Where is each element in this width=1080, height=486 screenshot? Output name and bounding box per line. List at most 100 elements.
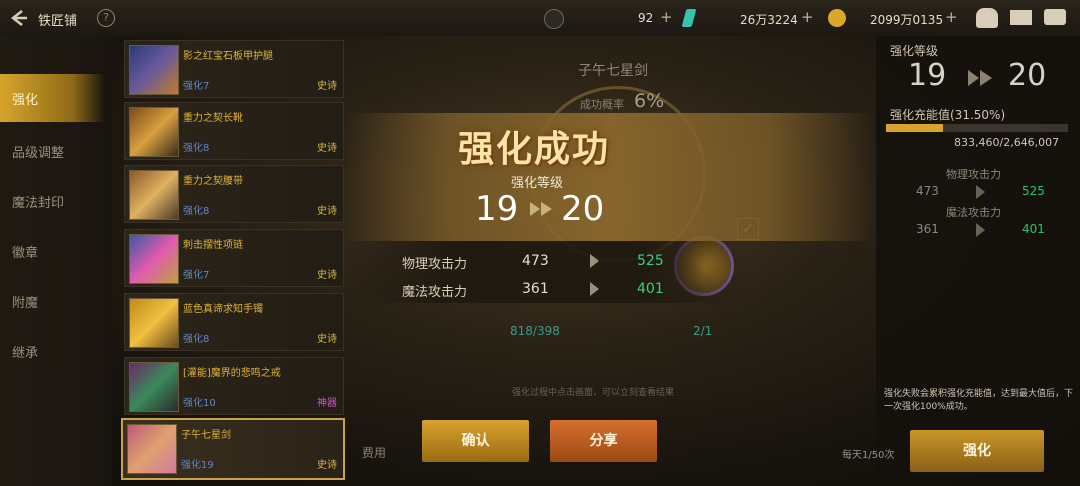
skip-hint: 强化过程中点击画面，可以立刻查看结果	[512, 388, 675, 398]
equipment-name: 重力之契长靴	[183, 113, 243, 124]
equipment-item[interactable]: 影之红宝石板甲护腿 强化7 史诗	[124, 40, 344, 98]
crystal-icon	[681, 9, 697, 27]
equipment-item-selected[interactable]: 子午七星剑 强化19 史诗	[121, 418, 345, 480]
right-stat-from: 473	[916, 184, 939, 198]
equipment-rarity: 史诗	[317, 81, 337, 92]
equipment-level: 强化8	[183, 143, 210, 154]
right-stat-arrow-icon	[976, 223, 985, 237]
equipment-thumbnail	[129, 298, 179, 348]
popup-stat-arrow-icon	[590, 282, 599, 296]
equipment-name: 影之红宝石板甲护腿	[183, 51, 273, 62]
stat-left-value: 818/398	[510, 324, 560, 338]
equipment-rarity: 史诗	[317, 270, 337, 281]
equipment-rarity: 史诗	[317, 143, 337, 154]
level-to: 20	[1008, 58, 1047, 93]
help-icon[interactable]: ?	[97, 9, 115, 27]
right-stat-arrow-icon	[976, 185, 985, 199]
add-resource-1-button[interactable]: +	[660, 8, 673, 26]
equipment-thumbnail	[129, 362, 179, 412]
equipment-level: 强化7	[183, 270, 210, 281]
right-stat-from: 361	[916, 222, 939, 236]
equipment-level: 强化10	[183, 398, 216, 409]
resource-2-value: 26万3224	[740, 13, 798, 27]
equipment-item[interactable]: 重力之契长靴 强化8 史诗	[124, 102, 344, 160]
equipment-rarity: 神器	[317, 398, 337, 409]
equipment-item[interactable]: 蓝色真谛求知手镯 强化8 史诗	[124, 293, 344, 351]
nav-item-seal[interactable]: 魔法封印	[12, 192, 64, 211]
popup-level-to: 20	[561, 189, 605, 229]
equipment-thumbnail	[129, 170, 179, 220]
popup-stat-to: 401	[637, 281, 664, 297]
equipment-name: [灌能]魔界的悲鸣之戒	[183, 368, 281, 379]
nav-item-grade[interactable]: 品级调整	[12, 142, 64, 161]
nav-item-emblem[interactable]: 徽章	[12, 242, 38, 261]
equipment-thumbnail	[129, 234, 179, 284]
equipment-thumbnail	[127, 424, 177, 474]
popup-stat-arrow-icon	[590, 254, 599, 268]
charge-bar	[886, 124, 1068, 132]
equipment-level: 强化19	[181, 460, 214, 471]
equipment-name: 子午七星剑	[181, 430, 231, 441]
equipment-name: 刺击摆性项链	[183, 240, 243, 251]
popup-stat-from: 473	[522, 253, 549, 269]
chat-icon[interactable]	[1044, 9, 1066, 25]
equipment-rarity: 史诗	[317, 206, 337, 217]
right-stat-to: 401	[1022, 222, 1045, 236]
bag-icon[interactable]	[976, 8, 998, 28]
enhance-button[interactable]: 强化	[910, 430, 1044, 472]
popup-level-arrow-icon	[528, 200, 556, 222]
back-arrow-icon[interactable]	[8, 8, 28, 28]
right-stat-to: 525	[1022, 184, 1045, 198]
popup-stat-label: 魔法攻击力	[402, 285, 468, 300]
resource-1-value: 92	[638, 11, 654, 25]
equipment-item[interactable]: 重力之契腰带 强化8 史诗	[124, 165, 344, 223]
nav-item-label: 强化	[12, 93, 39, 108]
right-stat-label: 物理攻击力	[946, 168, 1001, 181]
add-resource-2-button[interactable]: +	[801, 8, 814, 26]
page-title: 铁匠铺	[38, 14, 78, 29]
equipment-level: 强化8	[183, 334, 210, 345]
equipment-level: 强化7	[183, 81, 210, 92]
equipment-item[interactable]: 刺击摆性项链 强化7 史诗	[124, 229, 344, 287]
equipment-thumbnail	[129, 107, 179, 157]
charge-bar-fill	[886, 124, 944, 132]
success-title: 强化成功	[458, 129, 611, 170]
charge-note: 强化失败会累积强化充能值，达到最大值后，下一次强化100%成功。	[884, 389, 1074, 412]
nav-item-inherit[interactable]: 继承	[12, 342, 38, 361]
gold-coin-icon	[828, 9, 846, 27]
success-popup-banner	[346, 113, 876, 241]
left-nav: 强化 品级调整 魔法封印 徽章 附魔 继承	[0, 36, 112, 486]
confirm-button[interactable]: 确认	[422, 420, 529, 462]
level-from: 19	[908, 58, 947, 93]
right-stat-label: 魔法攻击力	[946, 206, 1001, 219]
add-resource-3-button[interactable]: +	[945, 8, 958, 26]
nav-item-enchant[interactable]: 附魔	[12, 292, 38, 311]
level-arrow-icon	[966, 68, 996, 92]
weapon-name: 子午七星剑	[578, 63, 648, 79]
equipment-thumbnail	[129, 45, 179, 95]
equipment-item[interactable]: [灌能]魔界的悲鸣之戒 强化10 神器	[124, 357, 344, 415]
charge-label: 强化充能值(31.50%)	[890, 108, 1006, 122]
mail-icon[interactable]	[1010, 10, 1032, 25]
top-bar: 铁匠铺 ? 92 + 26万3224 + 2099万0135 +	[0, 0, 1080, 36]
equipment-name: 重力之契腰带	[183, 176, 243, 187]
nav-item-enhance[interactable]: 强化	[0, 74, 104, 122]
equipment-rarity: 史诗	[317, 334, 337, 345]
equipment-level: 强化8	[183, 206, 210, 217]
popup-stat-label: 物理攻击力	[402, 257, 468, 272]
cost-label: 费用	[362, 446, 387, 460]
daily-limit: 每天1/50次	[842, 450, 895, 461]
right-panel: 强化等级 19 20 强化充能值(31.50%) 833,460/2,646,0…	[842, 36, 1080, 486]
charge-value: 833,460/2,646,007	[954, 136, 1060, 149]
level-label: 强化等级	[890, 44, 939, 58]
resource-3-value: 2099万0135	[870, 13, 944, 27]
popup-stat-from: 361	[522, 281, 549, 297]
share-button[interactable]: 分享	[550, 420, 657, 462]
equipment-rarity: 史诗	[317, 460, 337, 471]
popup-subtitle: 强化等级	[511, 176, 564, 191]
stat-right-value: 2/1	[693, 324, 713, 338]
equipment-name: 蓝色真谛求知手镯	[183, 304, 263, 315]
popup-level-from: 19	[475, 189, 519, 229]
moon-coin-icon	[544, 9, 564, 29]
popup-stat-to: 525	[637, 253, 664, 269]
